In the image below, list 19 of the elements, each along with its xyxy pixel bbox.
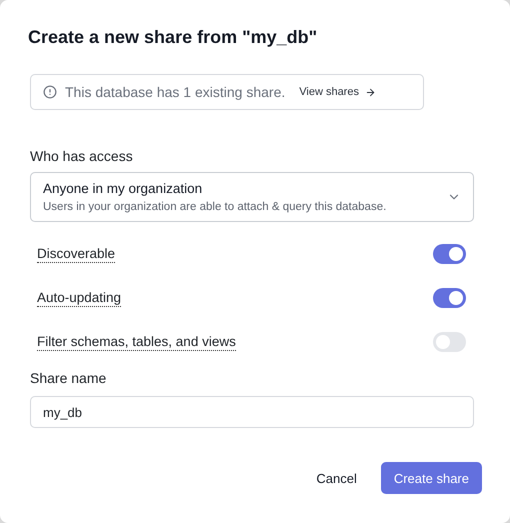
option-label: Auto-updating xyxy=(37,290,122,306)
access-select[interactable]: Anyone in my organization Users in your organization are able to attach & query this database. xyxy=(30,172,474,222)
view-shares-link[interactable]: View shares xyxy=(299,86,376,98)
select-description: Users in your organization are able to attach & query this database. xyxy=(43,201,386,213)
toggle-switch[interactable] xyxy=(433,244,466,264)
notice-text: This database has 1 existing share. xyxy=(65,84,286,100)
toggle-switch[interactable] xyxy=(433,288,466,308)
alert-icon xyxy=(43,85,57,99)
select-value: Anyone in my organization xyxy=(43,181,204,196)
option-label: Filter schemas, tables, and views xyxy=(37,334,236,350)
access-label: Who has access xyxy=(30,148,134,164)
dialog-title: Create a new share from "my_db" xyxy=(28,26,318,49)
share-name-label: Share name xyxy=(30,370,108,386)
cancel-button[interactable]: Cancel xyxy=(316,470,357,486)
toggle-switch[interactable] xyxy=(433,332,466,352)
create-share-button[interactable]: Create share xyxy=(380,462,482,494)
share-name-field[interactable]: my_db xyxy=(30,396,474,428)
arrow-right-icon xyxy=(364,86,376,98)
option-label: Discoverable xyxy=(37,246,116,262)
